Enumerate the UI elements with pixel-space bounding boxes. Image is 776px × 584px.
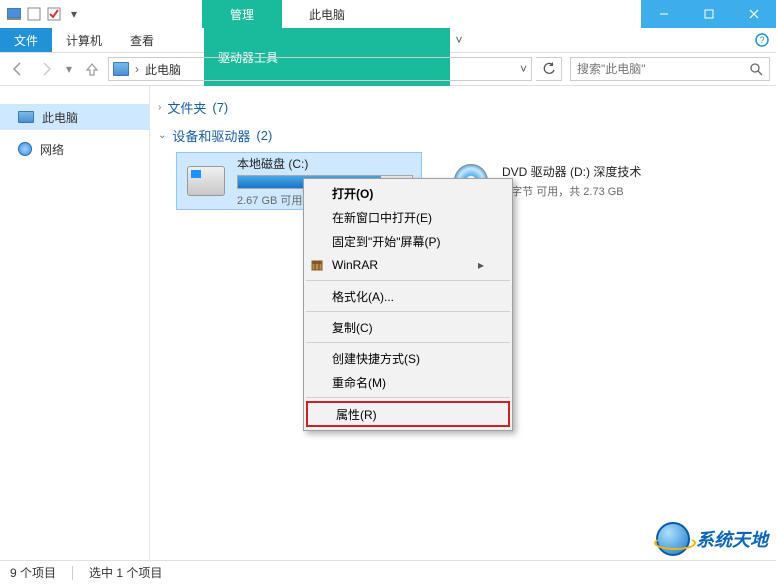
quick-access-toolbar: ▾ xyxy=(0,6,82,22)
ribbon-tab-file[interactable]: 文件 xyxy=(0,28,52,52)
watermark-text: 系统天地 xyxy=(696,526,768,552)
sidebar-item-this-pc[interactable]: 此电脑 xyxy=(0,104,149,130)
watermark: 系统天地 xyxy=(656,522,768,556)
network-icon xyxy=(18,142,32,156)
group-folders[interactable]: › 文件夹 (7) xyxy=(158,96,766,118)
ribbon-tabs: 文件 计算机 查看 驱动器工具 ˅ ? xyxy=(0,28,776,52)
nav-pane: 此电脑 网络 xyxy=(0,86,150,560)
sidebar-item-network[interactable]: 网络 xyxy=(0,136,149,162)
recent-dropdown-icon[interactable]: ▾ xyxy=(62,57,76,81)
menu-create-shortcut[interactable]: 创建快捷方式(S) xyxy=(304,346,512,370)
sidebar-item-label: 网络 xyxy=(40,141,64,158)
close-button[interactable] xyxy=(731,0,776,28)
group-label: 文件夹 xyxy=(167,98,206,117)
help-icon[interactable]: ? xyxy=(748,28,776,52)
qat-dropdown-icon[interactable]: ▾ xyxy=(66,6,82,22)
menu-open-new-window[interactable]: 在新窗口中打开(E) xyxy=(304,205,512,229)
globe-icon xyxy=(656,522,690,556)
chevron-right-icon: › xyxy=(158,102,161,113)
menu-properties[interactable]: 属性(R) xyxy=(306,401,510,427)
chevron-down-icon: ⌄ xyxy=(158,130,166,141)
menu-separator xyxy=(306,280,510,281)
address-dropdown-icon[interactable]: ˅ xyxy=(520,62,527,76)
group-count: (2) xyxy=(256,128,272,143)
menu-copy[interactable]: 复制(C) xyxy=(304,315,512,339)
status-selected: 选中 1 个项目 xyxy=(89,564,162,581)
status-bar: 9 个项目 选中 1 个项目 xyxy=(0,560,776,584)
address-bar[interactable]: › 此电脑 ˅ xyxy=(108,57,532,81)
search-input[interactable] xyxy=(577,62,750,76)
minimize-button[interactable] xyxy=(641,0,686,28)
explorer-icon xyxy=(6,6,22,22)
drive-name: DVD 驱动器 (D:) 深度技术 xyxy=(502,163,680,180)
group-label: 设备和驱动器 xyxy=(172,126,250,145)
back-button[interactable] xyxy=(6,57,30,81)
menu-format[interactable]: 格式化(A)... xyxy=(304,284,512,308)
winrar-icon xyxy=(309,257,325,273)
menu-separator xyxy=(306,397,510,398)
pc-icon xyxy=(18,111,34,123)
refresh-button[interactable] xyxy=(536,57,562,81)
svg-text:?: ? xyxy=(759,35,764,45)
group-count: (7) xyxy=(212,100,228,115)
menu-open[interactable]: 打开(O) xyxy=(304,181,512,205)
drive-subtext: 0 字节 可用，共 2.73 GB xyxy=(502,183,680,199)
menu-separator xyxy=(306,342,510,343)
hdd-icon xyxy=(185,160,227,202)
window-title: 此电脑 xyxy=(282,0,372,28)
ribbon-tab-computer[interactable]: 计算机 xyxy=(52,28,116,52)
menu-rename[interactable]: 重命名(M) xyxy=(304,370,512,394)
ribbon-tab-view[interactable]: 查看 xyxy=(116,28,168,52)
menu-separator xyxy=(306,311,510,312)
qat-check-icon[interactable] xyxy=(46,6,62,22)
pc-icon xyxy=(113,62,129,76)
group-devices[interactable]: ⌄ 设备和驱动器 (2) xyxy=(158,124,766,146)
drive-name: 本地磁盘 (C:) xyxy=(237,155,413,172)
ribbon-context-tab[interactable]: 管理 xyxy=(202,0,282,28)
titlebar: ▾ 管理 此电脑 xyxy=(0,0,776,28)
navigation-bar: ▾ › 此电脑 ˅ xyxy=(0,52,776,86)
search-icon[interactable] xyxy=(750,63,763,76)
breadcrumb-item[interactable]: 此电脑 xyxy=(145,61,181,78)
qat-item-icon[interactable] xyxy=(26,6,42,22)
search-box[interactable] xyxy=(570,57,770,81)
status-divider xyxy=(72,566,73,580)
context-menu: 打开(O) 在新窗口中打开(E) 固定到"开始"屏幕(P) WinRAR ▸ 格… xyxy=(303,178,513,431)
up-button[interactable] xyxy=(80,57,104,81)
maximize-button[interactable] xyxy=(686,0,731,28)
submenu-arrow-icon: ▸ xyxy=(478,258,484,272)
sidebar-item-label: 此电脑 xyxy=(42,109,78,126)
breadcrumb-sep-icon: › xyxy=(135,62,139,76)
forward-button[interactable] xyxy=(34,57,58,81)
status-item-count: 9 个项目 xyxy=(10,564,56,581)
menu-pin-start[interactable]: 固定到"开始"屏幕(P) xyxy=(304,229,512,253)
menu-winrar[interactable]: WinRAR ▸ xyxy=(304,253,512,277)
ribbon-expand-icon[interactable]: ˅ xyxy=(450,28,468,52)
